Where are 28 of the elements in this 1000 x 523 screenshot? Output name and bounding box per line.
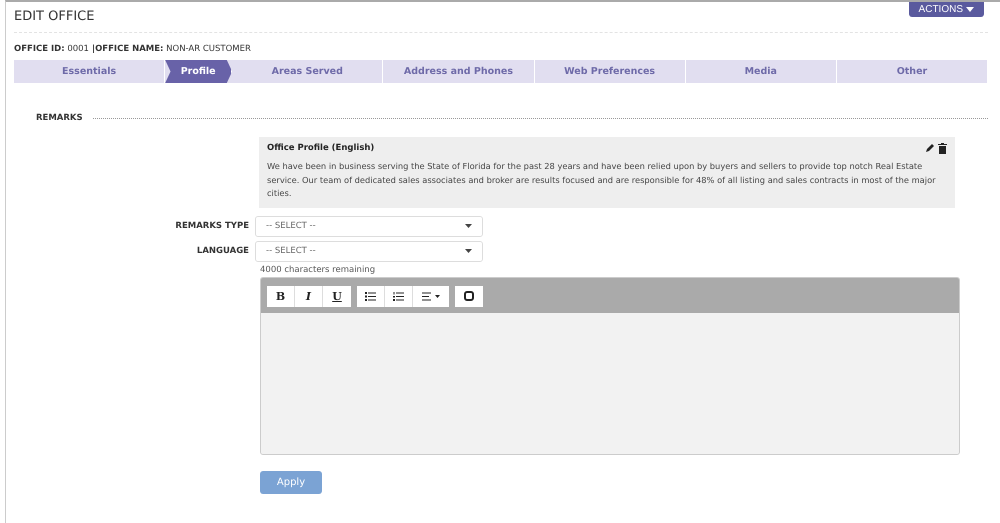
office-info: OFFICE ID: 0001 (14, 44, 89, 54)
field-label: REMARKS TYPE (174, 221, 249, 231)
wizard-step-tab[interactable]: Address and Phones (383, 60, 535, 83)
wizard-step-tab[interactable]: Other (836, 60, 988, 83)
office-info: |OFFICE NAME: NON-AR CUSTOMER (92, 44, 251, 54)
text-editor[interactable]: B I U (260, 276, 960, 454)
character-count: 4000 characters remaining (260, 264, 376, 274)
caret-icon (465, 224, 472, 228)
remark-text: We have been in business serving the State of Florida for the past 28 years and have been relied upon by buyers and sellers to provide top notch Real Estate service. Our team of dedicated sales associates and broker are results focused and are responsible for 48% of all listing and sales contracts in most of the major cities. (267, 160, 937, 200)
edit-icon[interactable] (925, 143, 935, 153)
section-title: REMARKS (36, 113, 83, 123)
wizard-step-tab[interactable]: Profile (165, 60, 232, 83)
remark-title: Office Profile (English) (267, 143, 374, 154)
delete-icon[interactable] (938, 143, 947, 154)
format-button[interactable]: B (267, 286, 295, 306)
wizard-step-tab[interactable]: Areas Served (232, 60, 384, 83)
field-label: LANGUAGE (196, 246, 249, 256)
caret-icon (966, 7, 974, 12)
page-title: EDIT OFFICE (14, 9, 94, 24)
select-field[interactable]: -- SELECT -- (255, 240, 483, 262)
wizard-step-tab[interactable]: Web Preferences (534, 60, 686, 83)
source-icon[interactable] (455, 286, 483, 306)
bullet-list-icon[interactable] (357, 286, 385, 306)
wizard-step-tab[interactable]: Essentials (14, 60, 166, 83)
actions-button[interactable]: ACTIONS (908, 2, 984, 17)
wizard-step-tab[interactable]: Media (686, 60, 837, 83)
select-field[interactable]: -- SELECT -- (255, 216, 483, 236)
caret-icon (465, 249, 472, 253)
